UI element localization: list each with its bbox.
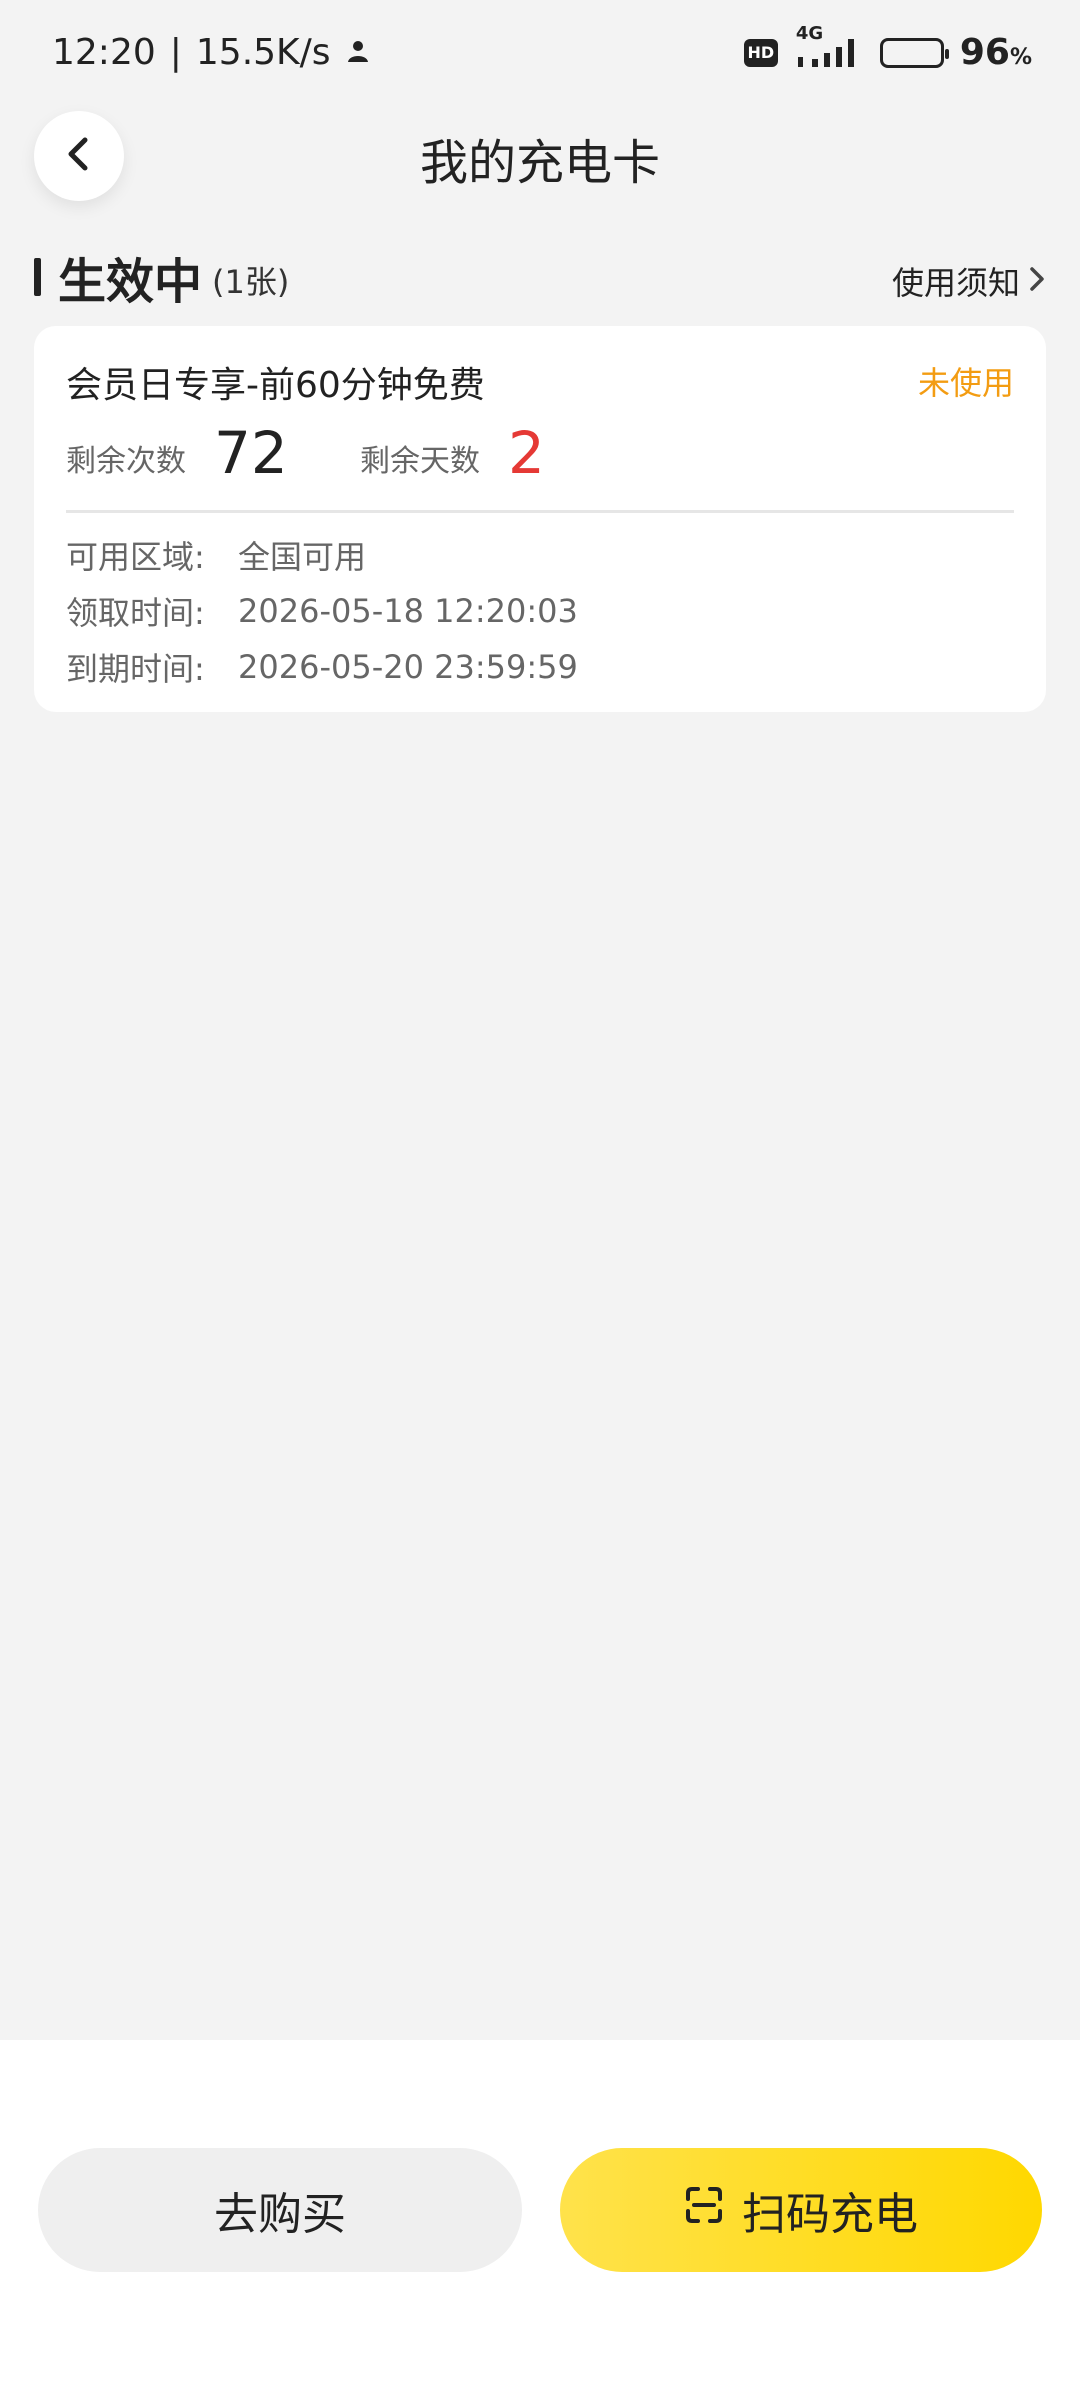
section-count: (1张) bbox=[212, 263, 290, 301]
expiry-time-value: 2026-05-20 23:59:59 bbox=[238, 648, 578, 686]
bottom-action-bar: 去购买 扫码充电 bbox=[0, 2040, 1080, 2400]
network-speed: 15.5K/s bbox=[195, 32, 331, 73]
active-section-header: 生效中 (1张) 使用须知 bbox=[34, 238, 1046, 318]
info-row-expiry: 到期时间: 2026-05-20 23:59:59 bbox=[66, 639, 1014, 695]
card-title: 会员日专享-前60分钟免费 bbox=[66, 365, 485, 406]
signal-icon: 4G bbox=[794, 23, 864, 71]
status-bar: 12:20 | 15.5K/s HD 4G 96% bbox=[0, 0, 1080, 105]
section-accent-bar bbox=[34, 258, 41, 296]
card-divider bbox=[66, 510, 1014, 513]
scan-icon bbox=[684, 2185, 724, 2236]
status-time: 12:20 bbox=[52, 32, 156, 73]
expiry-time-label: 到期时间: bbox=[66, 650, 205, 688]
info-row-region: 可用区域: 全国可用 bbox=[66, 527, 1014, 583]
received-time-value: 2026-05-18 12:20:03 bbox=[238, 592, 578, 630]
region-label: 可用区域: bbox=[66, 538, 205, 576]
info-row-received: 领取时间: 2026-05-18 12:20:03 bbox=[66, 583, 1014, 639]
remaining-days-label: 剩余天数 bbox=[360, 444, 480, 479]
card-status-badge: 未使用 bbox=[917, 364, 1014, 402]
scan-charge-label: 扫码充电 bbox=[742, 2189, 918, 2240]
page-title: 我的充电卡 bbox=[419, 135, 660, 191]
section-title: 生效中 bbox=[58, 254, 203, 310]
buy-button[interactable]: 去购买 bbox=[38, 2148, 522, 2272]
battery-unit: % bbox=[1009, 45, 1032, 70]
remaining-times-value: 72 bbox=[214, 419, 288, 487]
card-stats: 剩余次数 72 剩余天数 2 bbox=[66, 416, 1014, 510]
network-type: 4G bbox=[795, 22, 824, 44]
hd-badge: HD bbox=[743, 38, 778, 67]
status-right: HD 4G 96% bbox=[743, 23, 1032, 73]
usage-notice-link[interactable]: 使用须知 bbox=[892, 258, 1046, 304]
charging-card[interactable]: 会员日专享-前60分钟免费 未使用 剩余次数 72 剩余天数 2 可用区域: 全… bbox=[34, 326, 1046, 712]
page-header: 我的充电卡 bbox=[0, 105, 1080, 255]
buy-button-label: 去购买 bbox=[214, 2189, 346, 2240]
remaining-days-value: 2 bbox=[508, 419, 545, 487]
battery-value: 96 bbox=[959, 32, 1010, 73]
usage-notice-label: 使用须知 bbox=[891, 264, 1020, 302]
status-separator: | bbox=[169, 32, 182, 73]
battery-icon bbox=[879, 37, 949, 68]
received-time-label: 领取时间: bbox=[66, 594, 205, 632]
card-header: 会员日专享-前60分钟免费 未使用 bbox=[66, 356, 1014, 412]
remaining-times-label: 剩余次数 bbox=[66, 444, 186, 479]
scan-charge-button[interactable]: 扫码充电 bbox=[560, 2148, 1042, 2272]
battery-level: 96% bbox=[960, 32, 1032, 73]
chevron-right-icon bbox=[1028, 262, 1046, 300]
region-value: 全国可用 bbox=[238, 538, 367, 576]
notification-person-icon bbox=[345, 32, 371, 73]
status-left: 12:20 | 15.5K/s bbox=[52, 32, 371, 73]
